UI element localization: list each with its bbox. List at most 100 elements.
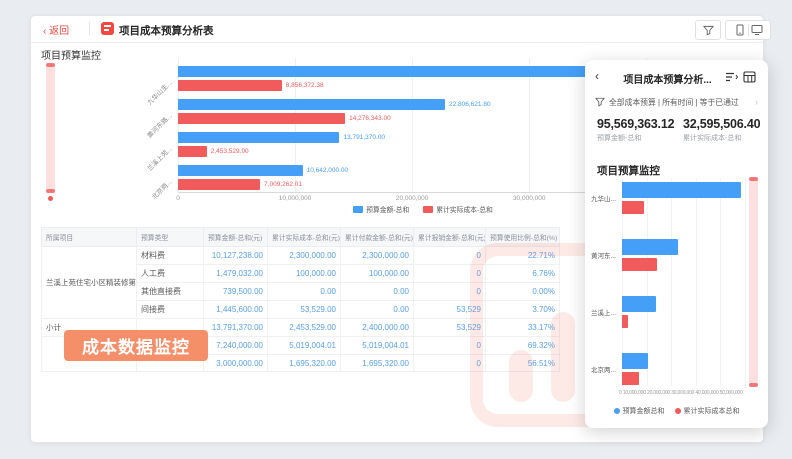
value-cell: 0.00 (341, 283, 414, 301)
table-row: 兰溪上苑住宅小区精装修第...材料费10,127,238.002,300,000… (42, 247, 560, 265)
gridline (671, 178, 672, 386)
value-cell: 3.70% (486, 301, 560, 319)
value-cell: 0 (414, 355, 486, 372)
bar-actual[interactable] (178, 146, 207, 157)
value-cell: 100,000.00 (268, 265, 341, 283)
value-cell: 0 (414, 283, 486, 301)
bar-budget[interactable] (622, 353, 648, 369)
value-cell: 2,300,000.00 (268, 247, 341, 265)
bar-budget[interactable] (178, 99, 445, 110)
budget-type-cell: 其他直接费 (137, 283, 204, 301)
bar-budget[interactable] (178, 132, 339, 143)
legend-label: 累计实际成本总和 (684, 406, 740, 416)
budget-type-cell: 材料费 (137, 247, 204, 265)
bar-budget[interactable] (622, 296, 656, 312)
value-cell: 13,791,370.00 (204, 319, 268, 337)
value-cell: 5,019,004.01 (268, 337, 341, 355)
bar-actual[interactable] (622, 372, 639, 385)
legend-item: 预算金额总和 (614, 406, 665, 416)
category-label: 九华山... (591, 193, 621, 203)
table-header-cell: 预算金额-总和(元) (204, 228, 268, 247)
value-cell: 5,019,004.01 (341, 337, 414, 355)
chart-legend: 预算金额总和 累计实际成本总和 (585, 406, 768, 416)
desktop-preview-icon[interactable] (749, 24, 765, 36)
table-header-cell: 预算使用比例-总和(%) (486, 228, 560, 247)
mobile-preview-icon[interactable] (732, 24, 748, 36)
bar-actual[interactable] (178, 113, 345, 124)
brush-handle-top[interactable] (46, 63, 55, 67)
table-header-cell: 所属项目 (42, 228, 137, 247)
value-cell: 56.51% (486, 355, 560, 372)
budget-type-cell: 人工费 (137, 265, 204, 283)
value-cell: 0 (414, 247, 486, 265)
value-cell: 739,500.00 (204, 283, 268, 301)
bar-budget[interactable] (622, 182, 741, 198)
value-cell: 1,695,320.00 (341, 355, 414, 372)
value-cell: 6.76% (486, 265, 560, 283)
category-label: 黄河东... (591, 250, 621, 260)
value-cell: 1,695,320.00 (268, 355, 341, 372)
category-label: 北京两... (591, 364, 621, 374)
gridline (696, 178, 697, 386)
y-axis-brush[interactable] (46, 64, 55, 192)
value-cell: 100,000.00 (341, 265, 414, 283)
bar-actual[interactable] (178, 179, 260, 190)
value-cell: 53,529.00 (268, 301, 341, 319)
value-cell: 53,529 (414, 301, 486, 319)
form-icon (101, 22, 114, 35)
value-cell: 0.00 (341, 301, 414, 319)
bar-actual[interactable] (178, 80, 282, 91)
project-cell: 兰溪上苑住宅小区精装修第... (42, 247, 137, 319)
back-link[interactable]: ‹ 返回 (43, 22, 69, 37)
tour-label: 成本数据监控 (64, 330, 208, 361)
section-title: 项目预算监控 (41, 47, 101, 62)
legend-item: 累计实际成本总和 (675, 406, 740, 416)
value-cell: 69.32% (486, 337, 560, 355)
value-cell: 33.17% (486, 319, 560, 337)
brush-handle-bottom[interactable] (749, 383, 758, 387)
filter-button[interactable] (695, 20, 721, 40)
brush-handle-bottom[interactable] (46, 189, 55, 193)
table-header-cell: 累计报销金额-总和(元) (414, 228, 486, 247)
bar-actual[interactable] (622, 315, 628, 328)
value-cell: 3,000,000.00 (204, 355, 268, 372)
value-cell: 2,453,529.00 (268, 319, 341, 337)
legend-label: 预算金额总和 (623, 406, 665, 416)
table-header-cell: 预算类型 (137, 228, 204, 247)
back-label: 返回 (49, 26, 69, 37)
value-cell: 2,300,000.00 (341, 247, 414, 265)
bar-budget[interactable] (178, 165, 303, 176)
value-cell: 2,400,000.00 (341, 319, 414, 337)
value-cell: 0.00 (268, 283, 341, 301)
topbar-divider (89, 22, 90, 36)
value-cell: 0 (414, 265, 486, 283)
funnel-icon (703, 25, 714, 36)
value-cell: 1,479,032.00 (204, 265, 268, 283)
bar-actual[interactable] (622, 201, 644, 214)
bar-actual[interactable] (622, 258, 657, 271)
gridline (745, 178, 746, 386)
value-cell: 10,127,238.00 (204, 247, 268, 265)
value-cell: 53,529 (414, 319, 486, 337)
value-cell: 1,445,600.00 (204, 301, 268, 319)
value-cell: 0.00% (486, 283, 560, 301)
topbar: ‹ 返回 项目成本预算分析表 (31, 16, 763, 43)
y-axis-brush[interactable] (749, 178, 758, 386)
value-cell: 22.71% (486, 247, 560, 265)
legend-dot (675, 408, 681, 414)
x-axis-labels: 0 10,000,000 20,000,000 30,000,000 40,00… (619, 390, 743, 396)
mobile-preview-panel: ‹ 项目成本预算分析... 全部成本预算 | 所有时间 | 等于已通过 › 95… (585, 60, 768, 428)
bar-budget[interactable] (622, 239, 678, 255)
table-header-row: 所属项目预算类型预算金额-总和(元)累计实际成本-总和(元)累计付款金额-总和(… (42, 228, 560, 247)
budget-type-cell: 间接费 (137, 301, 204, 319)
value-cell: 0 (414, 337, 486, 355)
gridline (720, 178, 721, 386)
table-header-cell: 累计实际成本-总和(元) (268, 228, 341, 247)
table-header-cell: 累计付款金额-总和(元) (341, 228, 414, 247)
device-toggle-group (725, 20, 771, 40)
panel-chart: 九华山... 黄河东... 兰溪上... 北京两... 0 10,000,000 20,… (585, 60, 768, 428)
category-label: 兰溪上... (591, 307, 621, 317)
page-title: 项目成本预算分析表 (119, 23, 214, 38)
value-cell: 7,240,000.00 (204, 337, 268, 355)
brush-handle-top[interactable] (749, 177, 758, 181)
